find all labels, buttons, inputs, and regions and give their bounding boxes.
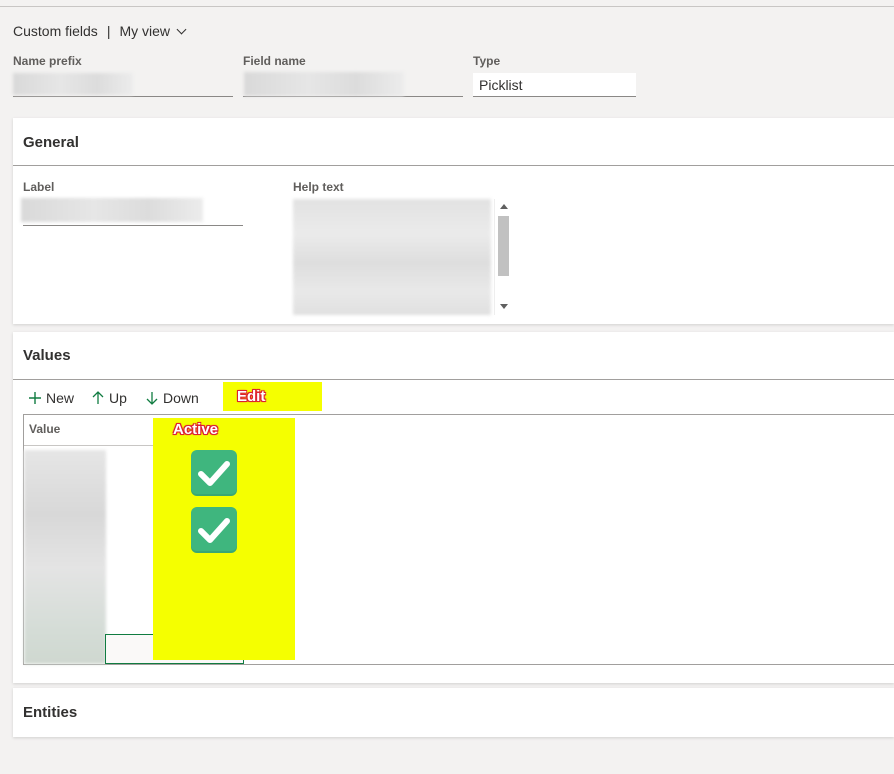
name-prefix-input[interactable] (13, 73, 233, 97)
new-button-label: New (46, 390, 75, 406)
plus-icon (29, 392, 41, 404)
field-name-label: Field name (243, 54, 306, 68)
active-checkbox-row-1[interactable] (191, 450, 237, 496)
type-field: Type Picklist (473, 54, 636, 97)
general-section: General Label Help text (13, 118, 894, 324)
entities-section: Entities (13, 688, 894, 737)
checkmark-icon (198, 518, 230, 543)
new-button[interactable]: New (28, 389, 74, 407)
type-input[interactable]: Picklist (473, 73, 636, 97)
label-input[interactable] (21, 198, 243, 226)
active-annotation: Active (173, 421, 219, 438)
name-prefix-field: Name prefix (13, 54, 233, 97)
redacted-value (244, 72, 404, 96)
top-divider (0, 0, 894, 7)
values-section: Values New Up Down Edit Value Active (13, 332, 894, 683)
field-name-field: Field name (243, 54, 463, 97)
down-button[interactable]: Down (145, 389, 199, 407)
field-name-input[interactable] (243, 72, 463, 97)
active-checkbox-row-2[interactable] (191, 507, 237, 553)
scroll-thumb[interactable] (498, 216, 509, 276)
view-bar: Custom fields | My view (13, 21, 187, 41)
scroll-down-icon[interactable] (500, 304, 508, 309)
arrow-down-icon (146, 392, 158, 405)
label-field-label: Label (23, 180, 55, 194)
page-title: Custom fields (13, 23, 98, 39)
redacted-value (293, 199, 491, 315)
checkmark-icon (198, 461, 230, 486)
section-divider (13, 379, 894, 380)
arrow-up-icon (92, 391, 104, 404)
view-selector[interactable]: My view (119, 23, 187, 39)
redacted-value (13, 73, 133, 95)
general-title[interactable]: General (13, 134, 79, 151)
view-selector-label: My view (119, 23, 171, 39)
type-label: Type (473, 54, 501, 68)
help-text-label: Help text (293, 180, 344, 194)
redacted-values (24, 450, 106, 664)
up-button[interactable]: Up (91, 389, 127, 407)
type-value: Picklist (479, 77, 523, 93)
section-divider (13, 165, 894, 166)
edit-annotation: Edit (237, 388, 266, 405)
column-header-value[interactable]: Value (29, 422, 60, 436)
up-button-label: Up (109, 390, 127, 406)
values-title[interactable]: Values (13, 347, 71, 364)
redacted-value (21, 198, 203, 222)
help-text-scrollbar[interactable] (494, 199, 512, 315)
help-text-textarea[interactable] (293, 199, 513, 315)
entities-title[interactable]: Entities (13, 704, 77, 721)
chevron-down-icon (176, 24, 187, 34)
scroll-up-icon[interactable] (500, 204, 508, 209)
name-prefix-label: Name prefix (13, 54, 82, 68)
down-button-label: Down (163, 390, 199, 406)
title-separator: | (106, 23, 111, 39)
